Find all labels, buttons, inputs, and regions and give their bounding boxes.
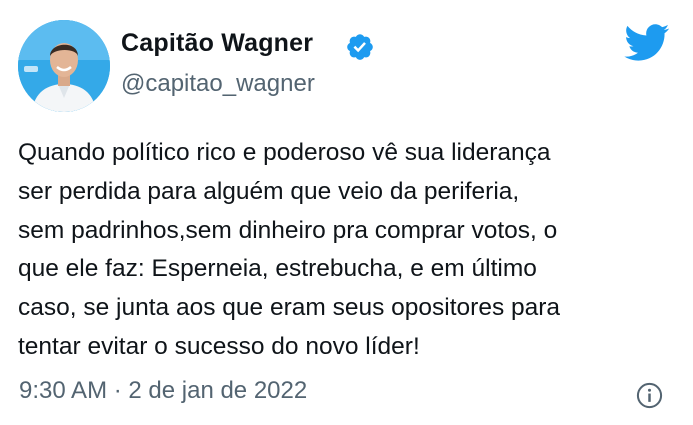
- avatar-image: [18, 20, 110, 112]
- tweet-text: Quando político rico e poderoso vê sua l…: [18, 139, 561, 360]
- verified-badge-icon: [347, 34, 373, 60]
- author-display-name[interactable]: Capitão Wagner: [121, 29, 313, 58]
- author-handle[interactable]: @capitao_wagner: [121, 70, 315, 98]
- tweet-card: Capitão Wagner @capitao_wagner Quando po…: [0, 0, 693, 425]
- tweet-timestamp[interactable]: 9:30 AM · 2 de jan de 2022: [19, 377, 307, 405]
- twitter-bird-icon[interactable]: [624, 24, 670, 62]
- info-icon[interactable]: [636, 382, 663, 409]
- avatar[interactable]: [18, 20, 110, 112]
